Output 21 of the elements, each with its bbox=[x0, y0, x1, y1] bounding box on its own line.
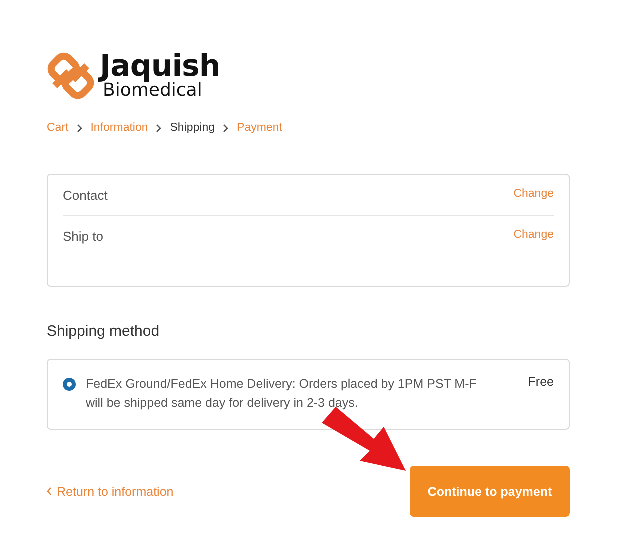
section-heading: Shipping method bbox=[47, 323, 161, 340]
review-label: Ship to bbox=[63, 229, 104, 244]
breadcrumb-link[interactable]: Shipping bbox=[170, 122, 216, 134]
chevron-icon bbox=[223, 124, 230, 132]
method-price: Free bbox=[528, 375, 554, 389]
chevron-icon bbox=[47, 487, 52, 496]
chevron-icon bbox=[76, 124, 83, 132]
radio-button[interactable] bbox=[63, 378, 76, 391]
continue-button[interactable]: Continue to payment bbox=[410, 466, 570, 517]
logo-icon bbox=[47, 52, 95, 100]
breadcrumb-link[interactable]: Information bbox=[90, 122, 148, 134]
chevron-icon bbox=[156, 124, 162, 132]
brand-name: Jaquish bbox=[100, 52, 220, 82]
review-label: Contact bbox=[63, 188, 108, 203]
brand-tagline: Biomedical bbox=[103, 82, 202, 100]
change-link[interactable]: Change bbox=[514, 188, 554, 203]
change-link[interactable]: Change bbox=[514, 229, 554, 244]
method-description: FedEx Ground/FedEx Home Delivery: Orders placed by 1PM PST M-F will be shipped same day for delivery in 2-3 days. bbox=[86, 376, 478, 412]
back-link[interactable]: Return to information bbox=[47, 484, 174, 498]
breadcrumb-link[interactable]: Cart bbox=[47, 122, 69, 134]
breadcrumb-link[interactable]: Payment bbox=[237, 122, 282, 134]
